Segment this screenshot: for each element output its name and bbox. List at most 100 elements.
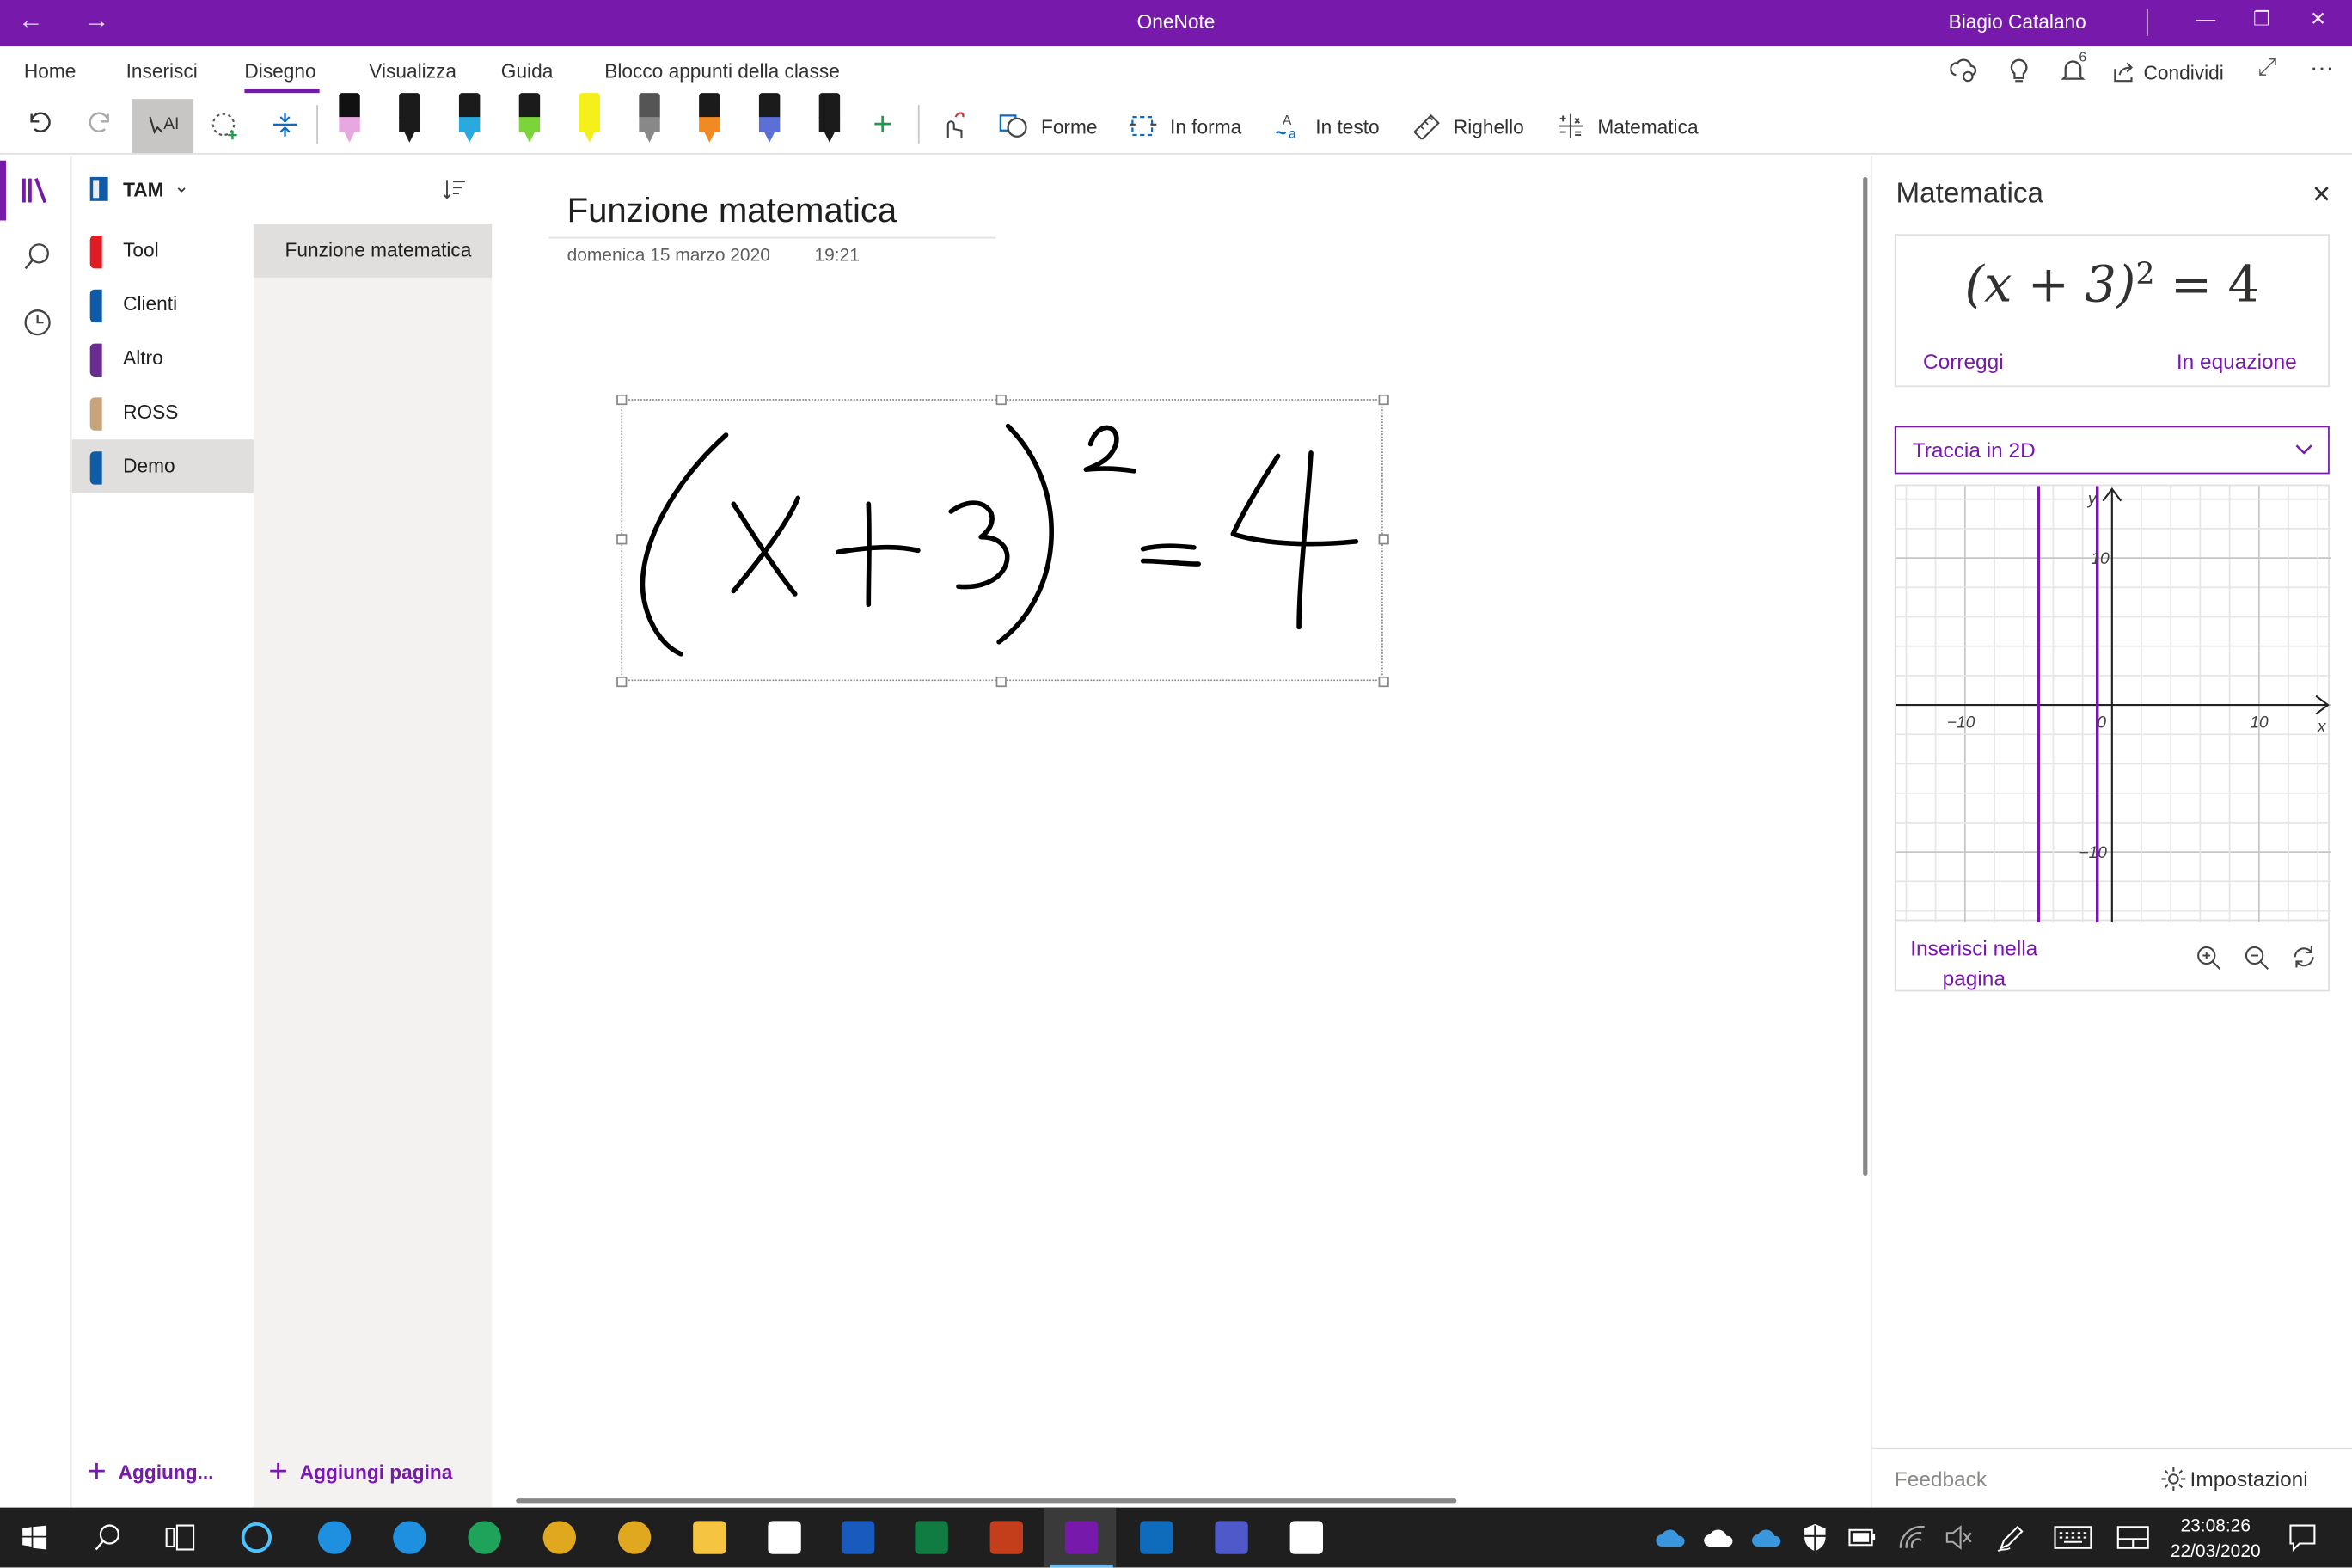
equation-rhs: = 4 <box>2154 254 2260 314</box>
tab-disegno[interactable]: Disegno <box>244 60 315 83</box>
section-item-ross[interactable]: ROSS <box>72 385 254 439</box>
zoom-in-icon[interactable] <box>2195 944 2221 971</box>
yellow-highlighter[interactable] <box>574 93 604 147</box>
shapes-button[interactable]: Forme <box>999 113 1098 139</box>
windows-start-icon[interactable] <box>21 1524 47 1551</box>
action-center-icon[interactable] <box>2288 1522 2318 1553</box>
onedrive-blue-icon[interactable] <box>1655 1527 1687 1547</box>
tab-visualizza[interactable]: Visualizza <box>369 60 456 83</box>
insert-space-icon[interactable] <box>268 108 301 141</box>
notebook-icon <box>89 176 108 201</box>
close-window-icon[interactable]: ✕ <box>2310 8 2326 32</box>
recent-icon[interactable] <box>22 308 52 338</box>
volume-muted-icon[interactable] <box>1944 1524 1974 1551</box>
horizontal-scrollbar[interactable] <box>516 1498 1457 1504</box>
section-item-demo[interactable]: Demo <box>71 439 254 494</box>
section-item-altro[interactable]: Altro <box>72 332 254 386</box>
section-item-tool[interactable]: Tool <box>72 224 254 278</box>
highlighter-pink-pen[interactable] <box>334 93 364 147</box>
gear-icon <box>2161 1467 2186 1491</box>
tab-home[interactable]: Home <box>24 60 77 83</box>
handwritten-equation[interactable] <box>621 399 1382 681</box>
add-pen-icon[interactable]: + <box>873 105 892 144</box>
lasso-select-button[interactable]: AI <box>132 99 194 153</box>
minimize-icon[interactable]: — <box>2196 8 2216 30</box>
zoom-out-icon[interactable] <box>2243 944 2269 971</box>
powerpoint-icon[interactable] <box>984 1515 1029 1559</box>
settings-button[interactable]: Impostazioni <box>2160 1466 2308 1492</box>
graph-2d[interactable]: −10 10 0 10 −10 x y <box>1894 484 2331 923</box>
section-label: Demo <box>123 454 175 477</box>
share-button[interactable]: Condividi <box>2112 60 2224 84</box>
lightbulb-icon[interactable] <box>2006 57 2032 83</box>
fullscreen-icon[interactable]: ⤢ <box>2257 56 2276 83</box>
onedrive-white-icon[interactable] <box>1702 1527 1735 1547</box>
cortana-icon[interactable] <box>238 1520 274 1556</box>
more-options-icon[interactable]: ⋯ <box>2310 54 2334 84</box>
feedback-link[interactable]: Feedback <box>1895 1467 1987 1491</box>
add-section-button[interactable]: + Aggiung... <box>87 1455 213 1487</box>
tablet-mode-icon[interactable] <box>2116 1526 2149 1550</box>
search-icon[interactable] <box>22 242 52 272</box>
dark-pen[interactable] <box>814 93 844 147</box>
galaxy-pen[interactable] <box>634 93 665 147</box>
ink-to-text-button[interactable]: Aa In testo <box>1273 113 1380 139</box>
black-pen[interactable] <box>395 93 425 147</box>
redo-icon[interactable] <box>85 108 115 138</box>
notion-icon[interactable] <box>1284 1515 1329 1559</box>
file-explorer-icon[interactable] <box>687 1515 732 1559</box>
tab-guida[interactable]: Guida <box>501 60 554 83</box>
restore-icon[interactable]: ❐ <box>2253 8 2270 32</box>
notebook-name[interactable]: TAM <box>123 179 163 201</box>
excel-icon[interactable] <box>909 1515 953 1559</box>
undo-icon[interactable] <box>24 108 54 138</box>
touch-keyboard-icon[interactable] <box>2054 1526 2092 1550</box>
teams-icon[interactable] <box>1209 1515 1253 1559</box>
add-page-button[interactable]: + Aggiungi pagina <box>268 1455 452 1487</box>
taskbar-search-icon[interactable] <box>93 1522 123 1553</box>
wifi-icon[interactable] <box>1897 1524 1927 1551</box>
edge-canary-icon[interactable] <box>537 1515 582 1559</box>
correct-link[interactable]: Correggi <box>1923 350 2004 374</box>
rainbow-pen[interactable] <box>695 93 725 147</box>
tab-inserisci[interactable]: Inserisci <box>126 60 198 83</box>
equation-action-link[interactable]: In equazione <box>2177 350 2297 374</box>
vertical-scrollbar[interactable] <box>1863 176 1868 1177</box>
cyan-pen[interactable] <box>455 93 485 147</box>
edge-beta-icon[interactable] <box>387 1515 432 1559</box>
page-title[interactable]: Funzione matematica <box>567 191 897 231</box>
section-item-clienti[interactable]: Clienti <box>72 278 254 332</box>
edge-dev-icon[interactable] <box>462 1515 506 1559</box>
word-icon[interactable] <box>836 1515 880 1559</box>
close-icon[interactable]: ✕ <box>2312 180 2331 210</box>
battery-icon[interactable] <box>1848 1527 1878 1547</box>
outlook-icon[interactable] <box>1134 1515 1179 1559</box>
onenote-icon[interactable] <box>1050 1515 1113 1568</box>
page-canvas[interactable] <box>492 156 1871 1508</box>
chevron-down-icon[interactable]: ⌄ <box>174 175 189 196</box>
math-action-dropdown[interactable]: Traccia in 2D <box>1894 426 2330 475</box>
pen-workspace-icon[interactable] <box>1995 1521 2028 1553</box>
edge-canary-2-icon[interactable] <box>612 1515 657 1559</box>
insert-in-page-link[interactable]: Inserisci nella pagina <box>1905 933 2043 993</box>
sort-icon[interactable] <box>443 177 467 201</box>
ink-to-shape-button[interactable]: In forma <box>1128 113 1241 139</box>
sync-status-icon[interactable] <box>1950 57 1977 83</box>
task-view-icon[interactable] <box>165 1524 195 1551</box>
green-pen[interactable] <box>515 93 545 147</box>
lasso-add-icon[interactable] <box>209 109 242 142</box>
math-button[interactable]: Matematica <box>1555 113 1699 139</box>
user-name[interactable]: Biagio Catalano <box>1949 10 2086 33</box>
store-icon[interactable] <box>762 1515 806 1559</box>
notebooks-icon[interactable] <box>21 175 53 205</box>
gradient-pen[interactable] <box>755 93 785 147</box>
touch-draw-icon[interactable] <box>936 108 969 141</box>
defender-shield-icon[interactable] <box>1802 1522 1828 1553</box>
system-clock[interactable]: 23:08:26 22/03/2020 <box>2169 1514 2262 1565</box>
ruler-button[interactable]: Righello <box>1412 113 1524 140</box>
tab-blocco-appunti[interactable]: Blocco appunti della classe <box>604 60 840 83</box>
onedrive-business-icon[interactable] <box>1750 1527 1783 1547</box>
page-item-funzione-matematica[interactable]: Funzione matematica <box>253 223 493 278</box>
edge-icon[interactable] <box>312 1515 357 1559</box>
reset-view-icon[interactable] <box>2290 944 2317 971</box>
